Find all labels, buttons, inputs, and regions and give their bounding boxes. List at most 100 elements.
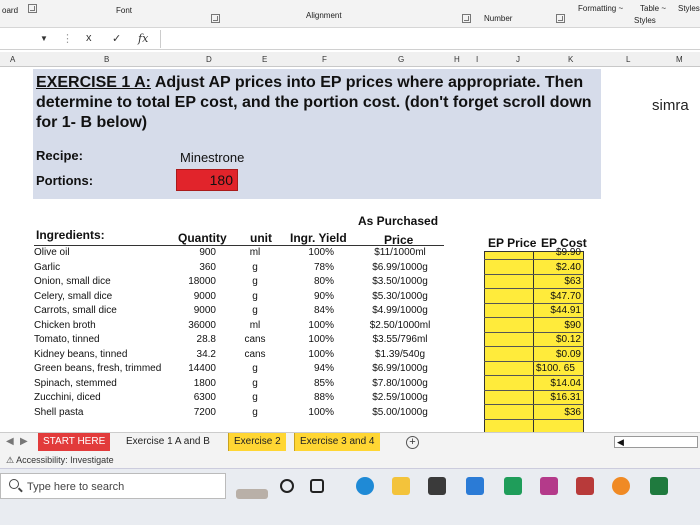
column-header-k[interactable]: K <box>568 55 573 64</box>
worksheet[interactable]: EXERCISE 1 A: Adjust AP prices into EP p… <box>0 67 700 457</box>
accessibility-status[interactable]: ⚠ Accessibility: Investigate <box>6 455 114 466</box>
tab-exercise-2[interactable]: Exercise 2 <box>228 433 286 451</box>
ingredient-name[interactable]: Tomato, tinned <box>34 334 100 345</box>
horizontal-scrollbar[interactable]: ◀ <box>614 436 698 448</box>
recipe-value[interactable]: Minestrone <box>180 150 244 165</box>
file-explorer-icon[interactable] <box>392 477 410 495</box>
table-row[interactable]: Carrots, small dice 9000 g 84% $4.99/1000g $4… <box>0 305 700 318</box>
table-row[interactable]: Celery, small dice 9000 g 90% $5.30/1000g $47… <box>0 291 700 304</box>
unit-cell[interactable]: g <box>240 407 270 418</box>
ep-cost-cell[interactable]: $63 <box>537 276 581 287</box>
column-header-d[interactable]: D <box>206 55 212 64</box>
yield-cell[interactable]: 84% <box>300 305 334 316</box>
ingredient-name[interactable]: Shell pasta <box>34 407 83 418</box>
enter-icon[interactable]: ✓ <box>112 32 121 45</box>
scroll-left-icon[interactable]: ◀ <box>617 437 624 448</box>
multitask-icon[interactable] <box>310 479 324 493</box>
unit-cell[interactable]: cans <box>240 334 270 345</box>
yield-cell[interactable]: 78% <box>300 262 334 273</box>
ingredient-name[interactable]: Kidney beans, tinned <box>34 349 127 360</box>
font-launcher-icon[interactable] <box>211 14 220 23</box>
unit-cell[interactable]: g <box>240 262 270 273</box>
add-sheet-button[interactable]: + <box>406 436 419 449</box>
cell-styles-button[interactable]: Styles <box>678 4 700 13</box>
ingredient-name[interactable]: Celery, small dice <box>34 291 112 302</box>
app-red-icon[interactable] <box>576 477 594 495</box>
alignment-launcher-icon[interactable] <box>462 14 471 23</box>
more-options-icon[interactable]: ⋮ <box>62 32 73 45</box>
tab-start-here[interactable]: START HERE <box>38 433 111 451</box>
unit-cell[interactable]: ml <box>240 320 270 331</box>
tab-scroll-left-icon[interactable]: ◀ <box>6 436 14 447</box>
quantity-cell[interactable]: 1800 <box>176 378 216 389</box>
cancel-icon[interactable]: x <box>86 32 92 44</box>
quantity-cell[interactable]: 28.8 <box>176 334 216 345</box>
quantity-cell[interactable]: 9000 <box>176 305 216 316</box>
unit-cell[interactable]: g <box>240 276 270 287</box>
column-header-l[interactable]: L <box>626 55 630 64</box>
tab-scroll-right-icon[interactable]: ▶ <box>20 436 28 447</box>
ap-price-cell[interactable]: $5.00/1000g <box>358 407 442 418</box>
yield-cell[interactable]: 90% <box>300 291 334 302</box>
widget-thumbnail-icon[interactable] <box>236 489 268 499</box>
column-header-g[interactable]: G <box>398 55 404 64</box>
ep-cost-cell[interactable]: $36 <box>537 407 581 418</box>
yield-cell[interactable]: 100% <box>300 320 334 331</box>
table-row[interactable]: Chicken broth 36000 ml 100% $2.50/1000ml $90 <box>0 320 700 333</box>
quantity-cell[interactable]: 360 <box>176 262 216 273</box>
table-row[interactable]: Green beans, fresh, trimmed 14400 g 94% $6.9… <box>0 363 700 376</box>
name-box-dropdown-icon[interactable]: ▼ <box>40 34 48 43</box>
quantity-cell[interactable]: 7200 <box>176 407 216 418</box>
table-row[interactable]: Tomato, tinned 28.8 cans 100% $3.55/796ml $0.… <box>0 334 700 347</box>
ep-cost-cell[interactable]: $2.40 <box>537 262 581 273</box>
ap-price-cell[interactable]: $6.99/1000g <box>358 363 442 374</box>
column-header-a[interactable]: A <box>10 55 15 64</box>
ap-price-cell[interactable]: $4.99/1000g <box>358 305 442 316</box>
ap-price-cell[interactable]: $2.59/1000g <box>358 392 442 403</box>
ep-cost-cell[interactable]: $0.09 <box>537 349 581 360</box>
conditional-formatting-button[interactable]: Formatting ~ <box>578 4 623 13</box>
yield-cell[interactable]: 100% <box>300 407 334 418</box>
ingredient-name[interactable]: Carrots, small dice <box>34 305 117 316</box>
mail-icon[interactable] <box>466 477 484 495</box>
ep-cost-cell[interactable]: $9.90 <box>537 247 581 258</box>
ep-cost-cell[interactable]: $0.12 <box>537 334 581 345</box>
store-icon[interactable] <box>428 477 446 495</box>
column-header-e[interactable]: E <box>262 55 267 64</box>
ap-price-cell[interactable]: $5.30/1000g <box>358 291 442 302</box>
ap-price-cell[interactable]: $3.55/796ml <box>358 334 442 345</box>
ingredient-name[interactable]: Olive oil <box>34 247 70 258</box>
ap-price-cell[interactable]: $2.50/1000ml <box>358 320 442 331</box>
format-as-table-button[interactable]: Table ~ <box>640 4 666 13</box>
yield-cell[interactable]: 94% <box>300 363 334 374</box>
ingredient-name[interactable]: Garlic <box>34 262 60 273</box>
quantity-cell[interactable]: 18000 <box>176 276 216 287</box>
ingredient-name[interactable]: Chicken broth <box>34 320 96 331</box>
ingredient-name[interactable]: Spinach, stemmed <box>34 378 117 389</box>
column-header-i[interactable]: I <box>476 55 478 64</box>
column-header-b[interactable]: B <box>104 55 109 64</box>
insert-function-icon[interactable]: fx <box>138 32 148 45</box>
column-header-m[interactable]: M <box>676 55 683 64</box>
excel-icon[interactable] <box>650 477 668 495</box>
unit-cell[interactable]: g <box>240 378 270 389</box>
ep-cost-cell[interactable]: $44.91 <box>537 305 581 316</box>
ep-cost-cell[interactable]: $16.31 <box>537 392 581 403</box>
edge-browser-icon[interactable] <box>356 477 374 495</box>
task-view-icon[interactable] <box>280 479 294 493</box>
table-row[interactable]: Spinach, stemmed 1800 g 85% $7.80/1000g $14.0… <box>0 378 700 391</box>
portions-value[interactable]: 180 <box>176 169 238 191</box>
tab-exercise-1[interactable]: Exercise 1 A and B <box>121 433 215 451</box>
yield-cell[interactable]: 85% <box>300 378 334 389</box>
table-row[interactable]: Garlic 360 g 78% $6.99/1000g $2.40 <box>0 262 700 275</box>
yield-cell[interactable]: 80% <box>300 276 334 287</box>
ep-cost-cell[interactable]: $90 <box>537 320 581 331</box>
yield-cell[interactable]: 88% <box>300 392 334 403</box>
app-green-icon[interactable] <box>504 477 522 495</box>
quantity-cell[interactable]: 9000 <box>176 291 216 302</box>
column-header-h[interactable]: H <box>454 55 460 64</box>
table-row[interactable]: Zucchini, diced 6300 g 88% $2.59/1000g $16.31 <box>0 392 700 405</box>
ap-price-cell[interactable]: $6.99/1000g <box>358 262 442 273</box>
unit-cell[interactable]: g <box>240 291 270 302</box>
quantity-cell[interactable]: 34.2 <box>176 349 216 360</box>
